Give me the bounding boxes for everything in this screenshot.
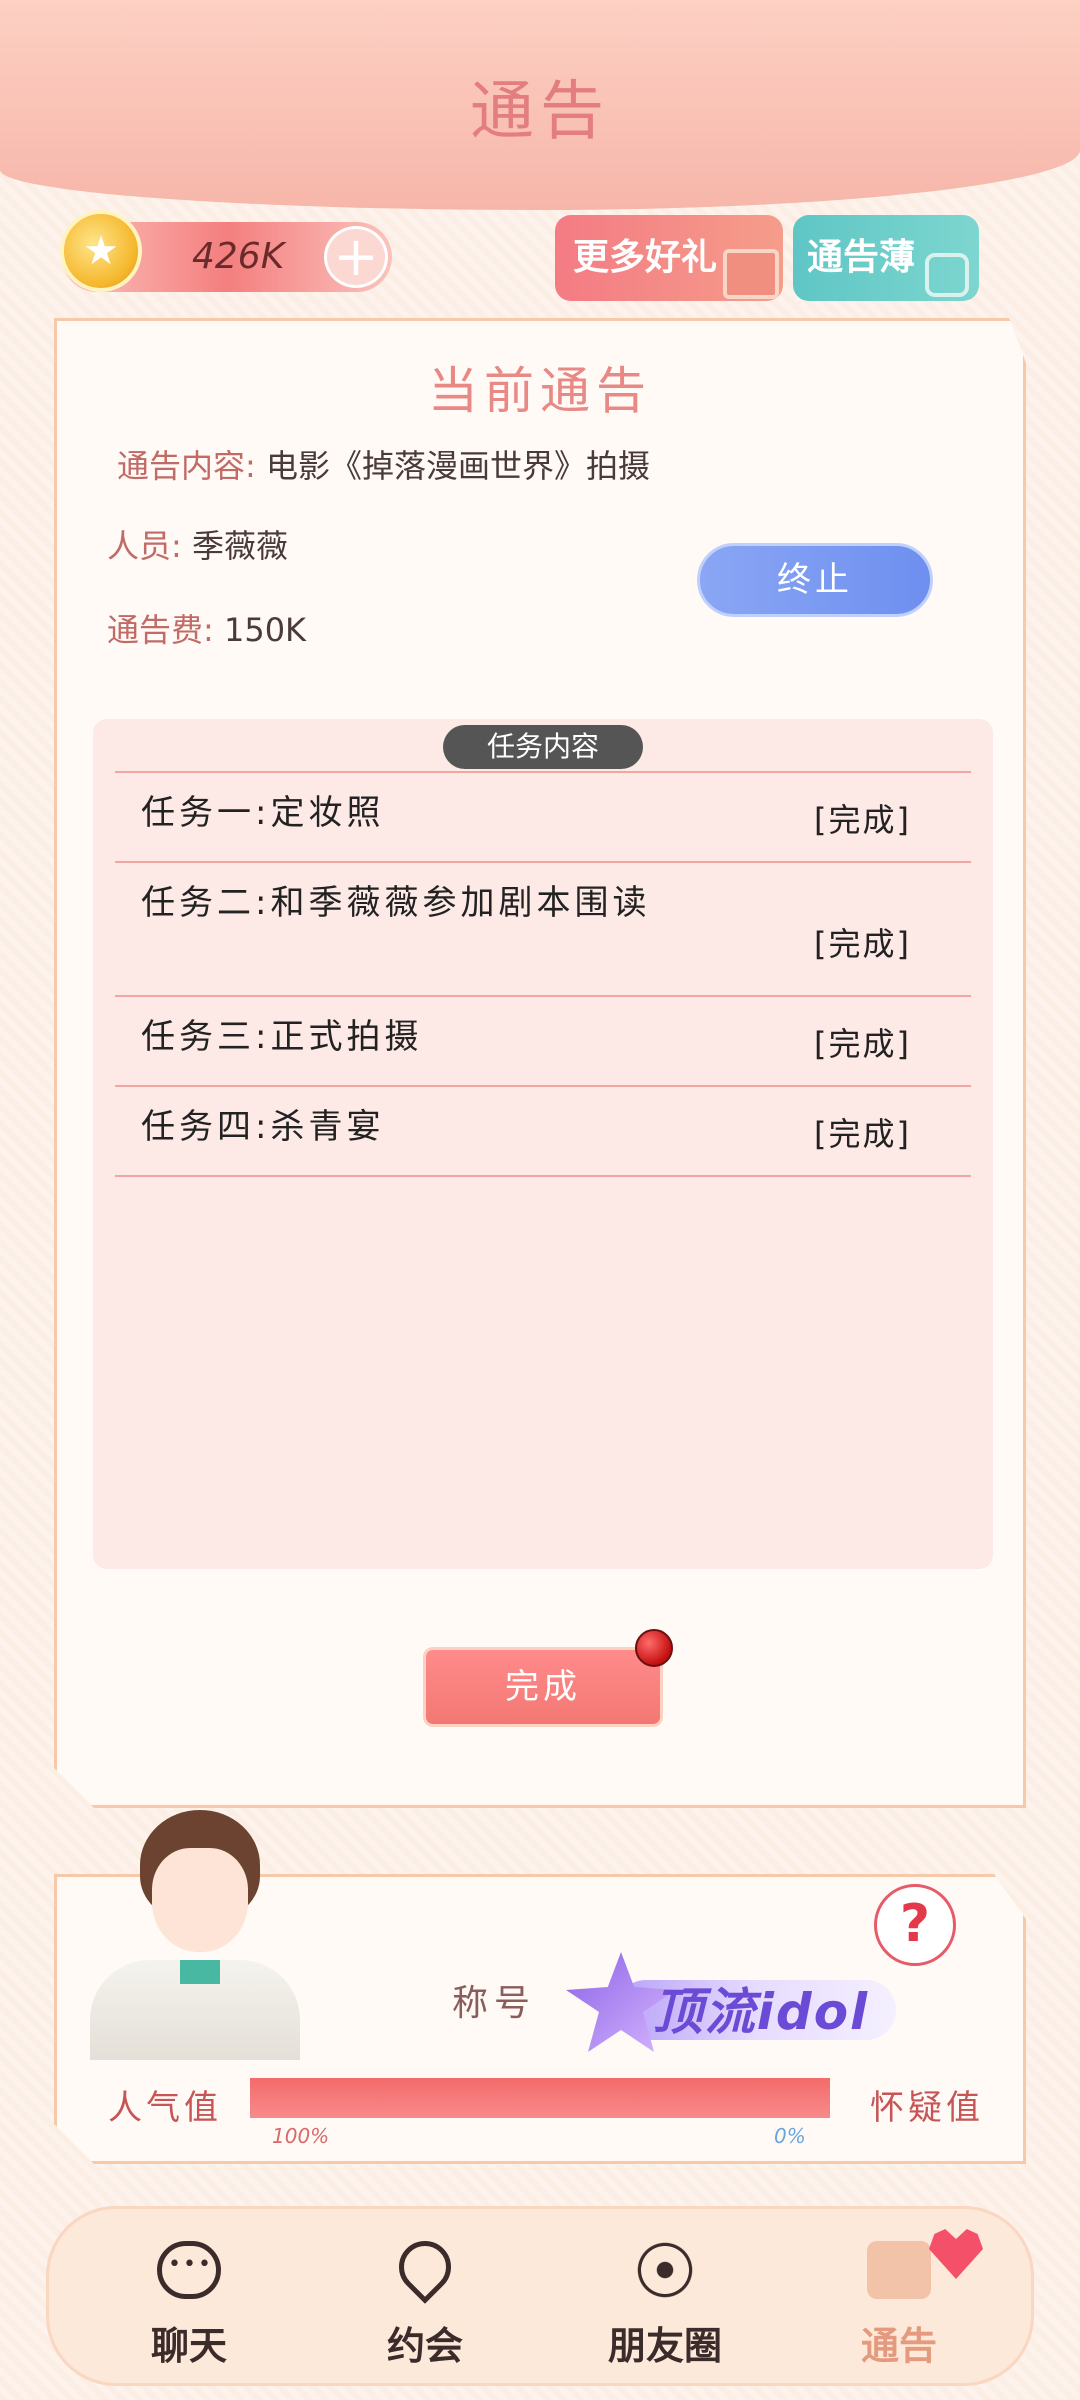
nav-item-date[interactable]: 约会 — [305, 2209, 545, 2389]
avatar-tie — [180, 1960, 220, 1984]
camera-icon — [867, 2241, 931, 2299]
book-icon — [925, 253, 969, 297]
nav-item-chat[interactable]: 聊天 — [69, 2209, 309, 2389]
task-status: [完成] — [814, 1025, 911, 1063]
notice-person-line: 人员: 季薇薇 — [107, 521, 288, 567]
character-avatar — [70, 1810, 310, 2060]
task-divider — [115, 1175, 971, 1177]
badge-text: 顶流idol — [652, 1983, 870, 2041]
current-notice-card: 当前通告 通告内容: 电影《掉落漫画世界》拍摄 人员: 季薇薇 通告费: 150… — [54, 318, 1026, 1808]
help-button[interactable]: ? — [874, 1884, 956, 1966]
notice-fee-line: 通告费: 150K — [107, 605, 306, 651]
popularity-meter — [250, 2078, 830, 2118]
gift-box-icon — [723, 249, 779, 299]
nav-item-moments[interactable]: 朋友圈 — [545, 2209, 785, 2389]
title-badge: 顶流idol — [566, 1942, 906, 2062]
currency-value: 426K — [192, 236, 285, 277]
task-divider — [115, 995, 971, 997]
notice-book-label: 通告薄 — [807, 237, 916, 278]
heart-icon — [388, 2230, 462, 2304]
coin-star-icon: ★ — [60, 210, 142, 292]
task-status: [完成] — [814, 925, 911, 963]
more-gifts-label: 更多好礼 — [573, 237, 718, 278]
task-divider — [115, 861, 971, 863]
avatar-face — [152, 1848, 248, 1952]
notice-book-button[interactable]: 通告薄 — [793, 215, 979, 301]
chat-bubble-icon — [157, 2241, 221, 2299]
notice-person-label: 人员: — [107, 527, 182, 565]
task-list-header: 任务内容 — [443, 725, 643, 769]
notice-fee-value: 150K — [223, 611, 307, 649]
task-divider — [115, 1085, 971, 1087]
nav-label: 通告 — [860, 2324, 937, 2368]
suspicion-percent: 0% — [774, 2124, 806, 2148]
notice-fee-label: 通告费: — [107, 611, 214, 649]
title-label: 称号 — [452, 1983, 537, 2024]
nav-label: 约会 — [386, 2324, 463, 2368]
page-title: 通告 — [470, 75, 610, 149]
suspicion-label: 怀疑值 — [870, 2088, 984, 2128]
nav-item-notice[interactable]: 通告 — [779, 2209, 1019, 2389]
stop-button[interactable]: 终止 — [697, 543, 933, 617]
heart-badge-icon — [929, 2229, 983, 2279]
notice-content-label: 通告内容: — [117, 447, 256, 485]
task-status: [完成] — [814, 1115, 911, 1153]
notice-person-value: 季薇薇 — [191, 527, 288, 565]
task-label: 任务二:和季薇薇参加剧本围读 — [141, 883, 651, 923]
task-label: 任务一:定妆照 — [141, 793, 385, 833]
task-list: 任务内容 任务一:定妆照 [完成] 任务二:和季薇薇参加剧本围读 [完成] 任务… — [93, 719, 993, 1569]
task-divider — [115, 771, 971, 773]
popularity-percent: 100% — [272, 2124, 330, 2148]
task-status: [完成] — [814, 801, 911, 839]
complete-button[interactable]: 完成 — [423, 1647, 663, 1727]
flower-icon — [633, 2241, 697, 2299]
page-header: 通告 — [0, 0, 1080, 210]
notification-dot-icon — [635, 1629, 673, 1667]
add-currency-button[interactable]: + — [324, 226, 388, 288]
notice-content-line: 通告内容: 电影《掉落漫画世界》拍摄 — [117, 441, 650, 487]
more-gifts-button[interactable]: 更多好礼 — [555, 215, 783, 301]
notice-content-value: 电影《掉落漫画世界》拍摄 — [265, 447, 650, 485]
popularity-fill — [250, 2078, 830, 2118]
nav-label: 朋友圈 — [607, 2324, 722, 2368]
currency-bar: ★ 426K + — [60, 210, 392, 292]
current-notice-title: 当前通告 — [428, 362, 652, 420]
task-label: 任务四:杀青宴 — [141, 1107, 385, 1147]
popularity-label: 人气值 — [108, 2088, 222, 2128]
task-label: 任务三:正式拍摄 — [141, 1017, 423, 1057]
bottom-nav: 聊天 约会 朋友圈 通告 — [46, 2206, 1034, 2386]
nav-label: 聊天 — [150, 2324, 227, 2368]
